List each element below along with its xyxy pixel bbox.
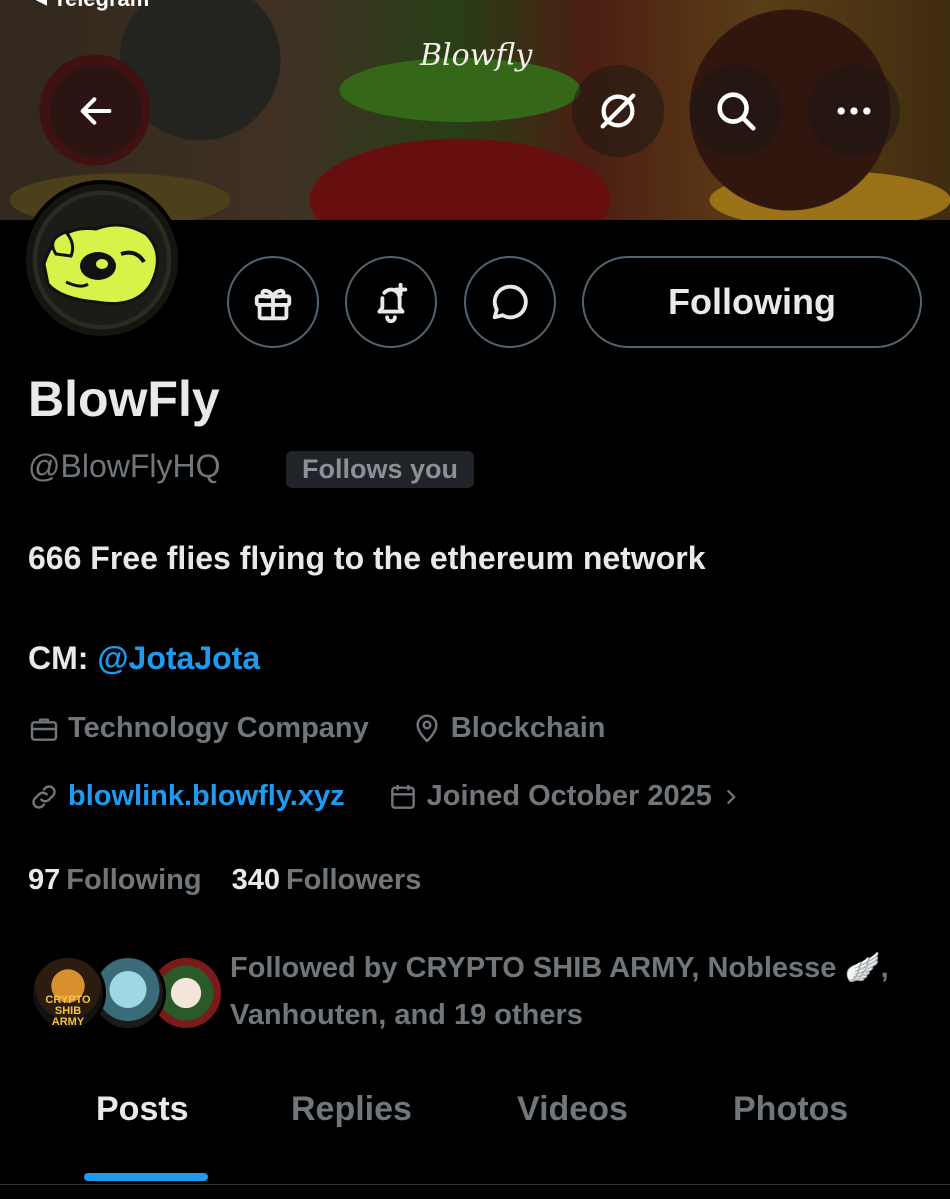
arrow-left-icon bbox=[80, 97, 112, 125]
following-button[interactable]: Following bbox=[582, 256, 922, 348]
calendar-icon bbox=[390, 784, 415, 809]
following-count: 97 bbox=[28, 864, 61, 896]
fly-logo-icon bbox=[42, 223, 159, 306]
joined-item[interactable]: Joined October 2025 bbox=[387, 780, 752, 813]
following-stat[interactable]: 97 Following bbox=[28, 864, 202, 897]
chevron-right-icon bbox=[726, 789, 736, 804]
active-tab-indicator bbox=[84, 1173, 208, 1181]
joined-text: Joined October 2025 bbox=[426, 780, 712, 812]
followers-stat[interactable]: 340 Followers bbox=[232, 864, 422, 897]
follow-stats: 97 Following 340 Followers bbox=[28, 864, 451, 897]
profile-meta-row-2: blowlink.blowfly.xyz Joined October 2025 bbox=[28, 780, 794, 813]
bio-mention-link[interactable]: @JotaJota bbox=[97, 640, 260, 676]
more-horizontal-icon bbox=[837, 107, 871, 115]
chat-bubble-icon bbox=[492, 284, 528, 320]
website-item[interactable]: blowlink.blowfly.xyz bbox=[28, 780, 345, 813]
notifications-button[interactable] bbox=[345, 256, 437, 348]
location-pin-icon bbox=[416, 713, 438, 743]
back-to-app-label[interactable]: ◂ Telegram bbox=[36, 0, 149, 12]
gift-button[interactable] bbox=[227, 256, 319, 348]
profile-handle: @BlowFlyHQ bbox=[28, 448, 221, 484]
profile-avatar[interactable] bbox=[22, 180, 182, 340]
divider bbox=[0, 1184, 950, 1185]
bio-cm-prefix: CM: bbox=[28, 640, 98, 676]
category-item: Technology Company bbox=[28, 712, 369, 745]
bell-plus-icon bbox=[377, 282, 408, 324]
profile-meta-row-1: Technology Company Blockchain bbox=[28, 712, 647, 745]
category-text: Technology Company bbox=[68, 712, 369, 744]
followed-by-line-1: Followed by CRYPTO SHIB ARMY, Noblesse 🪽… bbox=[230, 952, 889, 984]
location-item: Blockchain bbox=[411, 712, 606, 745]
search-button[interactable] bbox=[690, 65, 782, 157]
search-icon bbox=[717, 92, 756, 131]
grok-button[interactable] bbox=[572, 65, 664, 157]
back-button[interactable] bbox=[50, 65, 142, 157]
following-label: Following bbox=[66, 864, 202, 896]
followed-by-line-2: Vanhouten, and 19 others bbox=[230, 999, 583, 1031]
tab-videos[interactable]: Videos bbox=[517, 1090, 628, 1129]
message-button[interactable] bbox=[464, 256, 556, 348]
location-text: Blockchain bbox=[450, 712, 606, 744]
briefcase-icon bbox=[30, 717, 58, 741]
followers-count: 340 bbox=[231, 864, 280, 896]
website-link[interactable]: blowlink.blowfly.xyz bbox=[68, 780, 345, 813]
followed-by-avatars[interactable]: CRYPTO SHIB ARMY bbox=[30, 955, 224, 1035]
tab-posts[interactable]: Posts bbox=[96, 1090, 189, 1129]
link-icon bbox=[32, 784, 56, 809]
bio-cm-line: CM: @JotaJota bbox=[28, 640, 260, 677]
gift-icon bbox=[254, 288, 292, 321]
bio-text: 666 Free flies flying to the ethereum ne… bbox=[28, 540, 706, 576]
followers-label: Followers bbox=[285, 864, 422, 896]
profile-tabs: Posts Replies Videos Photos bbox=[0, 1090, 950, 1150]
followed-by-text[interactable]: Followed by CRYPTO SHIB ARMY, Noblesse 🪽… bbox=[230, 945, 930, 1039]
grok-icon bbox=[600, 93, 636, 129]
banner-logo-text: Blowfly bbox=[420, 38, 533, 73]
more-button[interactable] bbox=[808, 65, 900, 157]
profile-name: BlowFly bbox=[28, 371, 220, 427]
tab-replies[interactable]: Replies bbox=[291, 1090, 412, 1129]
followed-avatar-label: CRYPTO SHIB ARMY bbox=[45, 994, 91, 1028]
follows-you-badge: Follows you bbox=[286, 451, 475, 488]
tab-photos[interactable]: Photos bbox=[733, 1090, 848, 1129]
